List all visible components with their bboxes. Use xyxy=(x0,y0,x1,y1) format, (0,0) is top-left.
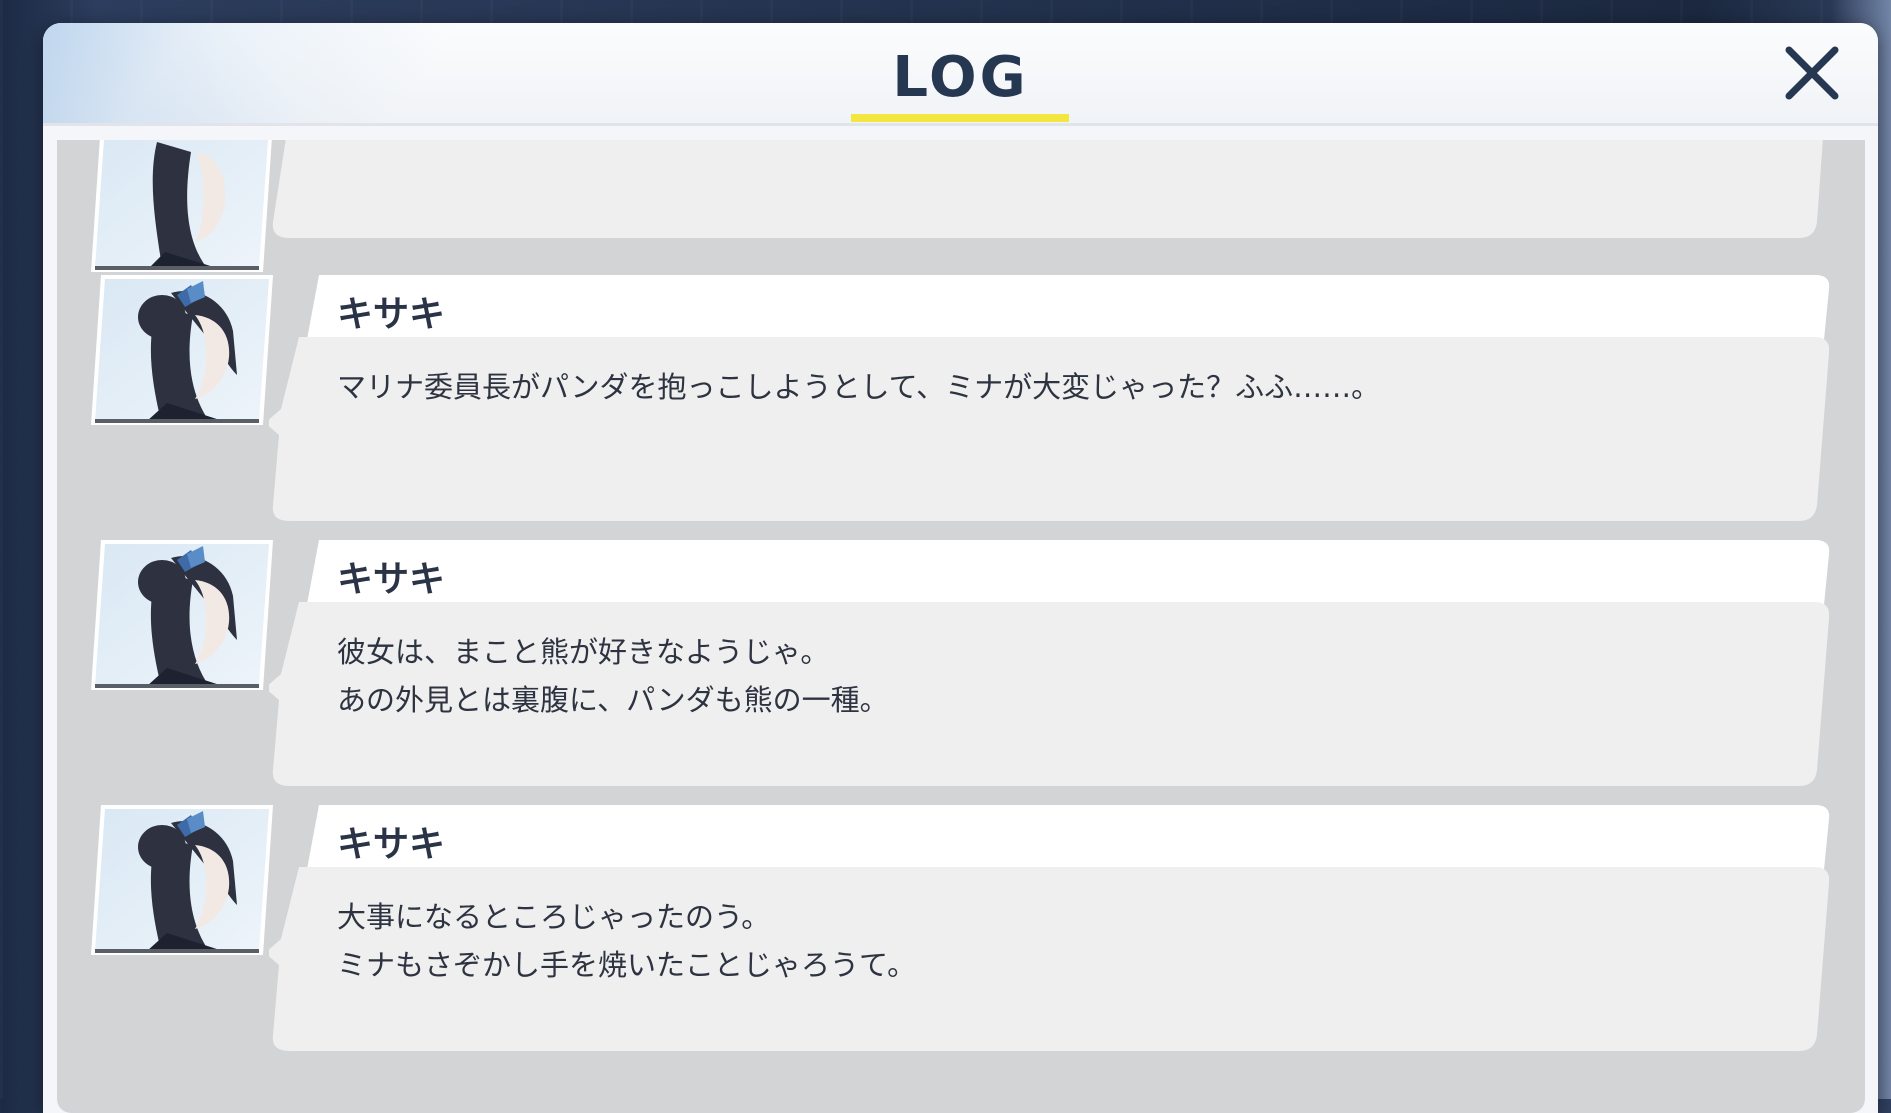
message-bubble xyxy=(269,140,1829,238)
speaker-portrait xyxy=(91,540,273,690)
log-panel: LOG キサキ マリナ委員長がパンダを抱っこしようとして、ミナが大変じゃった？ふ… xyxy=(43,23,1878,1113)
log-scroll-area[interactable]: ……？ xyxy=(57,140,1865,1113)
log-title: LOG xyxy=(892,45,1029,110)
log-entry: キサキ マリナ委員長がパンダを抱っこしようとして、ミナが大変じゃった？ふふ……。 xyxy=(57,275,1865,540)
speaker-portrait xyxy=(91,275,273,425)
log-header: LOG xyxy=(43,23,1878,126)
speaker-name: キサキ xyxy=(337,824,446,865)
speaker-name: キサキ xyxy=(337,559,446,600)
log-entry: ……？ xyxy=(57,140,1865,272)
speaker-name: キサキ xyxy=(337,294,446,335)
speaker-portrait xyxy=(91,805,273,955)
message-text: 大事になるところじゃったのう。 ミナもさぞかし手を焼いたことじゃろうて。 xyxy=(337,900,917,982)
log-entry: キサキ 大事になるところじゃったのう。 ミナもさぞかし手を焼いたことじゃろうて。 xyxy=(57,805,1865,1070)
message-text: ……？ xyxy=(337,140,424,142)
close-icon xyxy=(1785,46,1839,100)
message-text: マリナ委員長がパンダを抱っこしようとして、ミナが大変じゃった？ふふ……。 xyxy=(337,370,1381,404)
title-underline xyxy=(851,114,1069,122)
close-button[interactable] xyxy=(1781,42,1843,104)
message-text: 彼女は、まこと熊が好きなようじゃ。 あの外見とは裏腹に、パンダも熊の一種。 xyxy=(337,635,889,717)
log-entry: キサキ 彼女は、まこと熊が好きなようじゃ。 あの外見とは裏腹に、パンダも熊の一種… xyxy=(57,540,1865,805)
speaker-portrait xyxy=(91,140,272,272)
